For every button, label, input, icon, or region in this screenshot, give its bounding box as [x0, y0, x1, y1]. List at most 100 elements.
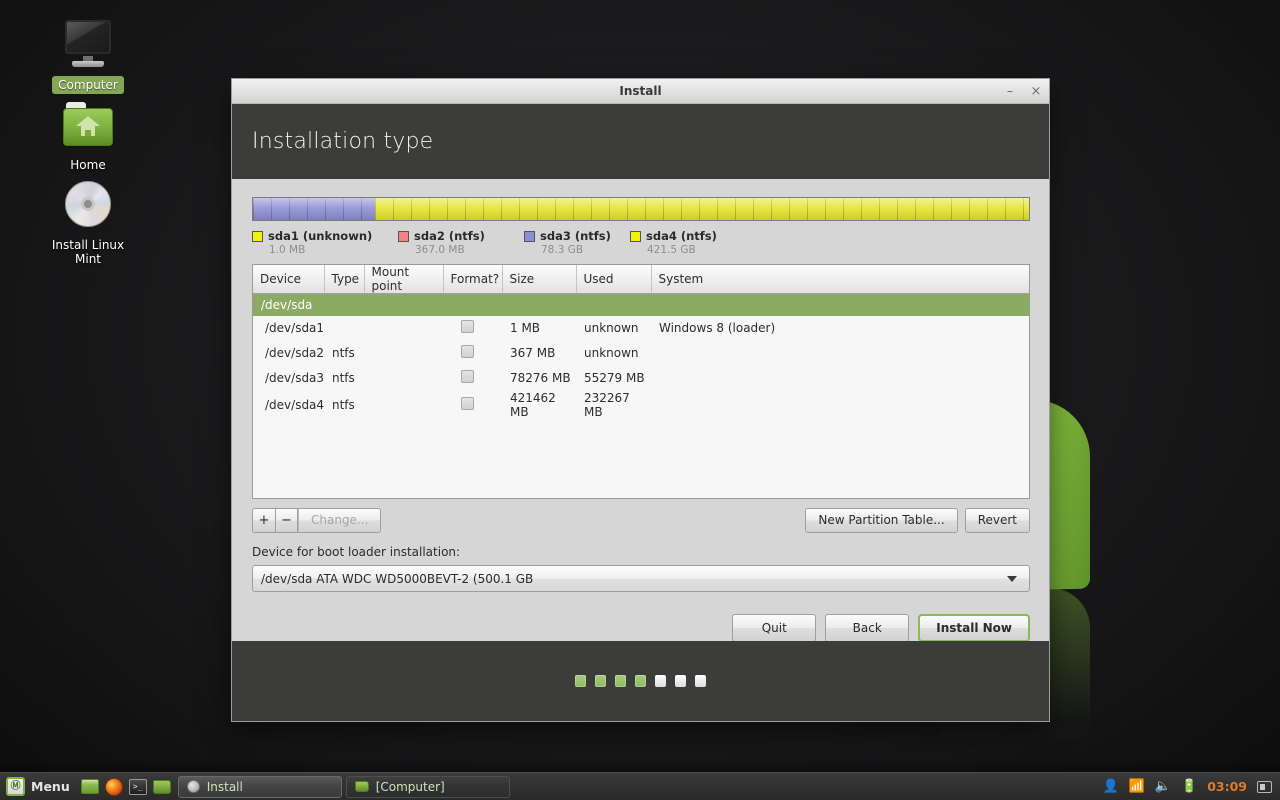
legend-name: sda2 (ntfs) [414, 229, 485, 243]
cell-size: 1 MB [510, 321, 541, 335]
cell-system: Windows 8 (loader) [659, 321, 776, 335]
cd-disc-icon [186, 780, 200, 793]
clock[interactable]: 03:09 [1207, 779, 1247, 794]
revert-button[interactable]: Revert [964, 508, 1030, 533]
desktop-icon-label: Home [70, 158, 106, 172]
workspace-switcher-icon[interactable] [1257, 780, 1272, 793]
format-checkbox[interactable] [461, 320, 474, 333]
show-desktop-icon[interactable] [78, 773, 102, 800]
legend-size: 1.0 MB [269, 244, 306, 256]
cell-mount-point [364, 316, 443, 341]
menu-button[interactable]: Ⓜ Menu [0, 773, 78, 800]
partition-table-body: /dev/sda/dev/sda1 1 MB unknown Windows 8 (l… [253, 293, 1029, 419]
system-tray: 👤 📶 🔈 🔋 03:09 [1102, 779, 1280, 794]
disk-header-row[interactable]: /dev/sda [253, 293, 1029, 316]
add-partition-button[interactable]: + [252, 508, 275, 533]
linux-mint-logo-icon: Ⓜ [6, 777, 25, 796]
cell-used: 55279 MB [584, 371, 645, 385]
terminal-icon[interactable]: >_ [126, 773, 150, 800]
legend-item-sda4: sda4 (ntfs) 421.5 GB [630, 229, 717, 256]
volume-icon[interactable]: 🔈 [1155, 780, 1171, 793]
user-account-icon[interactable]: 👤 [1102, 780, 1118, 793]
minimize-icon[interactable]: – [1003, 85, 1017, 99]
cell-device: /dev/sda1 [265, 321, 325, 335]
legend-size: 421.5 GB [647, 244, 696, 256]
install-now-button[interactable]: Install Now [918, 614, 1030, 642]
cell-size: 78276 MB [510, 371, 571, 385]
cell-format [443, 341, 502, 366]
cell-used: unknown [584, 321, 639, 335]
taskbar-window-computer[interactable]: [Computer] [345, 775, 510, 798]
desktop-icon-computer[interactable]: Computer [36, 20, 140, 94]
file-manager-icon[interactable] [150, 773, 174, 800]
page-header: Installation type [232, 104, 1049, 179]
taskbar-window-label: Install [206, 779, 243, 794]
cell-mount-point [364, 341, 443, 366]
battery-icon[interactable]: 🔋 [1181, 780, 1197, 793]
column-header-format[interactable]: Format? [443, 265, 503, 294]
window-titlebar[interactable]: Install – × [232, 79, 1049, 104]
install-window: Install – × Installation type sda1 (unkn… [231, 78, 1050, 722]
taskbar-window-install[interactable]: Install [177, 775, 342, 798]
firefox-icon[interactable] [102, 773, 126, 800]
progress-dot [615, 675, 626, 687]
table-row[interactable]: /dev/sda4 ntfs 421462 MB 232267 MB [253, 391, 1029, 419]
partition-toolbar: + − Change... New Partition Table... Rev… [252, 508, 1030, 533]
cell-mount-point [364, 391, 443, 419]
progress-dot [695, 675, 706, 687]
partition-segment-sda3[interactable] [253, 198, 375, 220]
column-header-size[interactable]: Size [502, 265, 577, 294]
cell-format [443, 316, 502, 341]
bootloader-device-value: /dev/sda ATA WDC WD5000BEVT-2 (500.1 GB [261, 571, 534, 586]
legend-name: sda3 (ntfs) [540, 229, 611, 243]
cd-disc-icon [36, 180, 140, 232]
cell-type: ntfs [332, 346, 355, 360]
legend-size: 78.3 GB [541, 244, 584, 256]
cell-device: /dev/sda4 [265, 397, 325, 412]
remove-partition-button[interactable]: − [275, 508, 298, 533]
partition-segment-sda4[interactable] [374, 198, 1029, 220]
column-header-system[interactable]: System [651, 265, 1029, 294]
progress-dot [635, 675, 646, 687]
legend-color-swatch [398, 230, 409, 242]
cell-size: 421462 MB [510, 390, 556, 419]
legend-name: sda1 (unknown) [268, 229, 373, 243]
format-checkbox[interactable] [461, 345, 474, 358]
legend-size: 367.0 MB [415, 244, 465, 256]
cell-mount-point [364, 366, 443, 391]
format-checkbox[interactable] [461, 370, 474, 383]
table-row[interactable]: /dev/sda1 1 MB unknown Windows 8 (loader) [253, 316, 1029, 341]
home-folder-icon [36, 100, 140, 152]
cell-used: unknown [584, 346, 639, 360]
change-partition-button[interactable]: Change... [298, 508, 382, 533]
desktop-icon-label: Computer [52, 76, 124, 94]
legend-item-sda1: sda1 (unknown) 1.0 MB [252, 229, 392, 256]
back-button[interactable]: Back [825, 614, 910, 642]
wifi-icon[interactable]: 📶 [1129, 780, 1145, 793]
quit-button[interactable]: Quit [732, 614, 817, 642]
new-partition-table-button[interactable]: New Partition Table... [805, 508, 958, 533]
wizard-nav: Quit Back Install Now [252, 614, 1030, 642]
legend-name: sda4 (ntfs) [646, 229, 717, 243]
table-row[interactable]: /dev/sda3 ntfs 78276 MB 55279 MB [253, 366, 1029, 391]
legend-color-swatch [630, 230, 641, 242]
wallpaper-shadow [0, 760, 1280, 772]
bootloader-device-select[interactable]: /dev/sda ATA WDC WD5000BEVT-2 (500.1 GB [252, 565, 1030, 592]
table-row[interactable]: /dev/sda2 ntfs 367 MB unknown [253, 341, 1029, 366]
partition-table-container[interactable]: Device Type Mount point Format? Size Used Syst… [252, 264, 1030, 499]
legend-color-swatch [524, 230, 535, 242]
wizard-progress-dots [232, 641, 1049, 721]
column-header-used[interactable]: Used [576, 265, 652, 294]
desktop: Computer Home Install Linux Mint Install… [0, 0, 1280, 800]
close-icon[interactable]: × [1029, 85, 1043, 99]
desktop-icon-install-linux-mint[interactable]: Install Linux Mint [36, 180, 140, 268]
taskbar-window-label: [Computer] [375, 779, 445, 794]
cell-system [651, 366, 1029, 391]
format-checkbox[interactable] [461, 396, 474, 410]
chevron-down-icon [1007, 575, 1017, 582]
desktop-icon-home[interactable]: Home [36, 100, 140, 174]
column-header-type[interactable]: Type [324, 265, 365, 294]
column-header-mount-point[interactable]: Mount point [364, 265, 444, 294]
column-header-device[interactable]: Device [253, 265, 325, 294]
cell-format [443, 391, 502, 419]
